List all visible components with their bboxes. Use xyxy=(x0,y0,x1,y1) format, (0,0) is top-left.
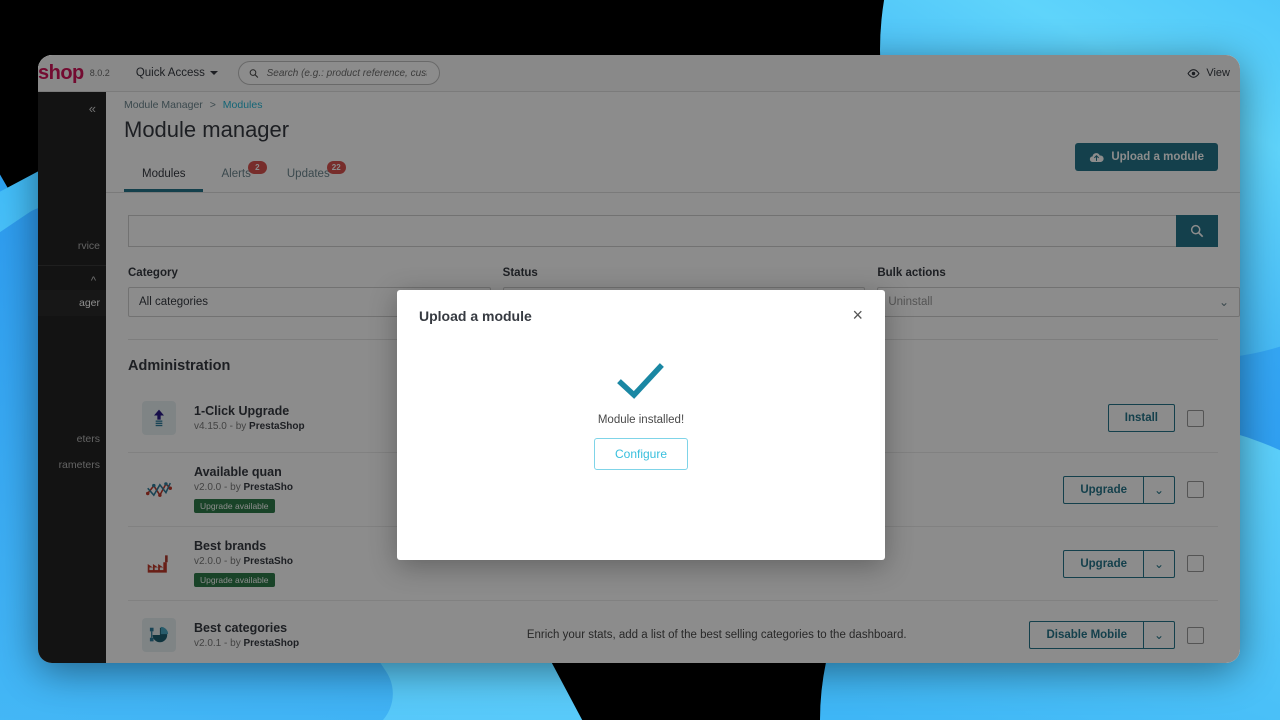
close-icon[interactable]: × xyxy=(852,306,863,324)
upload-module-modal: Upload a module × Module installed! Conf… xyxy=(397,290,885,560)
modal-title: Upload a module xyxy=(419,308,532,324)
modal-header: Upload a module × xyxy=(397,290,885,324)
checkmark-icon xyxy=(617,363,664,399)
configure-button[interactable]: Configure xyxy=(593,438,689,470)
modal-body: Module installed! Configure xyxy=(397,324,885,470)
screen: shop 8.0.2 Quick Access View xyxy=(0,0,1280,720)
modal-message: Module installed! xyxy=(597,414,685,426)
